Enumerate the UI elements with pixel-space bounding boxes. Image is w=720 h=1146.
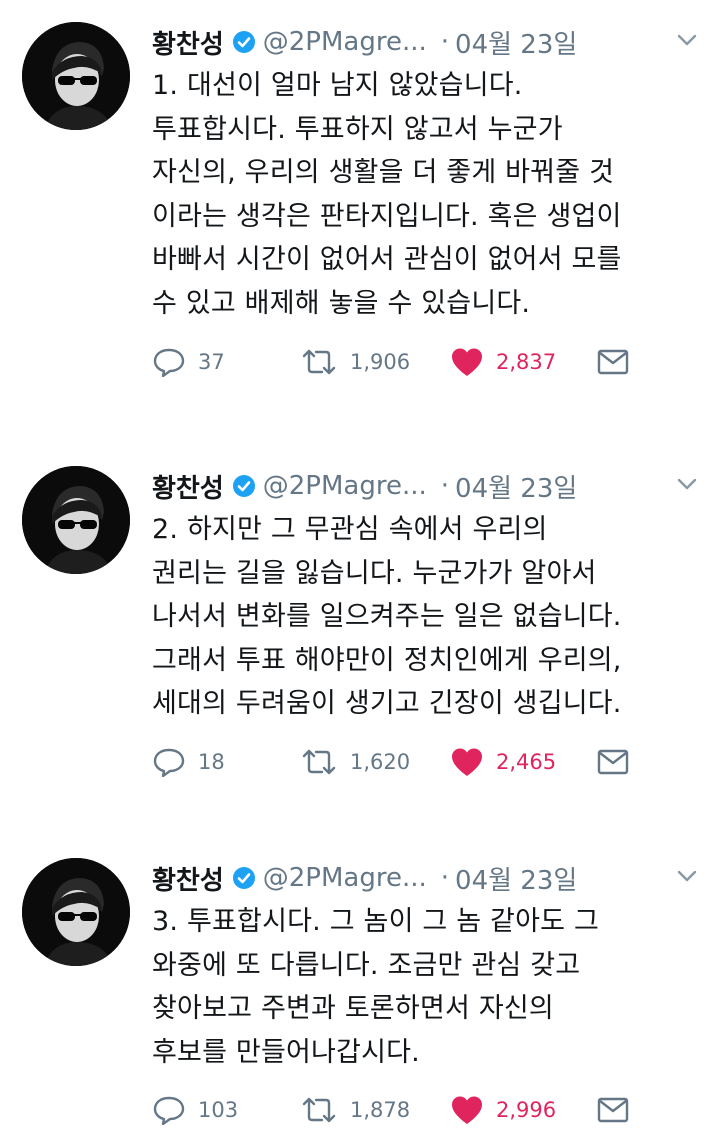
verified-badge-icon [232,866,256,890]
reply-count: 103 [198,1098,239,1122]
verified-badge-icon [232,474,256,498]
tweet-text-line: 세대의 두려움이 생기고 긴장이 생깁니다. [152,688,622,719]
tweet-1[interactable]: 황찬성 @2PMagre... · 04월 23일 1. 대선이 얼마 남지 않… [0,22,720,382]
heart-icon [452,1096,482,1124]
reply-button[interactable]: 18 [152,742,225,782]
reply-count: 37 [198,350,225,374]
like-count: 2,837 [496,350,557,374]
display-name[interactable]: 황찬성 [152,860,224,897]
retweet-icon [302,349,336,375]
tweet-actions: 37 1,906 2,837 [152,342,652,382]
like-count: 2,465 [496,750,557,774]
chevron-down-icon[interactable] [676,868,698,887]
tweet-date[interactable]: 04월 23일 [455,24,577,61]
tweet-text-line: 수 있고 배제해 놓을 수 있습니다. [152,287,531,319]
tweet-text-line: 이라는 생각은 판타지입니다. 혹은 생업이 [152,200,622,232]
display-name[interactable]: 황찬성 [152,468,224,505]
tweet-text: 1. 대선이 얼마 남지 않았습니다. 투표합시다. 투표하지 않고서 누군가 … [152,64,702,325]
verified-badge-icon [232,30,256,54]
separator-dot: · [440,27,450,57]
tweet-3[interactable]: 황찬성 @2PMagre... · 04월 23일 3. 투표합시다. 그 놈이… [0,858,720,1138]
envelope-icon [597,349,629,375]
direct-message-button[interactable] [596,342,630,382]
reply-button[interactable]: 103 [152,1090,238,1130]
tweet-date[interactable]: 04월 23일 [455,468,577,505]
tweet-text-line: 바빠서 시간이 없어서 관심이 없어서 모를 [152,244,622,275]
tweet-text-line: 나서서 변화를 일으켜주는 일은 없습니다. [152,601,622,632]
heart-icon [452,748,482,776]
tweet-2[interactable]: 황찬성 @2PMagre... · 04월 23일 2. 하지만 그 무관심 속… [0,466,720,786]
retweet-count: 1,878 [350,1098,411,1122]
tweet-text-line: 자신의, 우리의 생활을 더 좋게 바꿔줄 것 [152,157,615,188]
reply-count: 18 [198,750,225,774]
tweet-text-line: 찾아보고 주변과 토론하면서 자신의 [152,993,554,1024]
reply-icon [153,348,185,377]
direct-message-button[interactable] [596,742,630,782]
separator-dot: · [440,471,450,501]
like-button[interactable]: 2,996 [450,1090,556,1130]
retweet-button[interactable]: 1,878 [300,1090,410,1130]
tweet-text-line: 권리는 길을 잃습니다. 누군가가 알아서 [152,557,597,589]
tweet-text-line: 그래서 투표 해야만이 정치인에게 우리의, [152,644,622,676]
envelope-icon [597,749,629,775]
like-count: 2,996 [496,1098,557,1122]
reply-button[interactable]: 37 [152,342,225,382]
retweet-count: 1,620 [350,750,411,774]
direct-message-button[interactable] [596,1090,630,1130]
avatar[interactable] [22,466,130,574]
tweet-text-line: 2. 하지만 그 무관심 속에서 우리의 [152,514,548,545]
reply-icon [153,1096,185,1125]
chevron-down-icon[interactable] [676,32,698,51]
tweet-date[interactable]: 04월 23일 [455,860,577,897]
retweet-count: 1,906 [350,350,411,374]
chevron-down-icon[interactable] [676,476,698,495]
tweet-text-line: 3. 투표합시다. 그 놈이 그 놈 같아도 그 [152,906,599,937]
like-button[interactable]: 2,837 [450,342,556,382]
tweet-actions: 18 1,620 2,465 [152,742,652,782]
avatar[interactable] [22,22,130,130]
tweet-text: 3. 투표합시다. 그 놈이 그 놈 같아도 그 와중에 또 다릅니다. 조금만… [152,900,702,1074]
user-handle[interactable]: @2PMagre... [263,27,427,57]
tweet-text-line: 와중에 또 다릅니다. 조금만 관심 갖고 [152,949,581,981]
envelope-icon [597,1097,629,1123]
separator-dot: · [440,863,450,893]
retweet-icon [302,749,336,775]
retweet-button[interactable]: 1,906 [300,342,410,382]
retweet-icon [302,1097,336,1123]
tweet-text-line: 후보를 만들어나갑시다. [152,1036,420,1068]
display-name[interactable]: 황찬성 [152,24,224,61]
avatar[interactable] [22,858,130,966]
like-button[interactable]: 2,465 [450,742,556,782]
retweet-button[interactable]: 1,620 [300,742,410,782]
reply-icon [153,748,185,777]
user-handle[interactable]: @2PMagre... [263,471,427,501]
heart-icon [452,348,482,376]
user-handle[interactable]: @2PMagre... [263,863,427,893]
tweet-actions: 103 1,878 2,996 [152,1090,652,1130]
tweet-text-line: 투표합시다. 투표하지 않고서 누군가 [152,113,563,145]
tweet-text: 2. 하지만 그 무관심 속에서 우리의 권리는 길을 잃습니다. 누군가가 알… [152,508,702,726]
tweet-text-line: 1. 대선이 얼마 남지 않았습니다. [152,70,523,101]
